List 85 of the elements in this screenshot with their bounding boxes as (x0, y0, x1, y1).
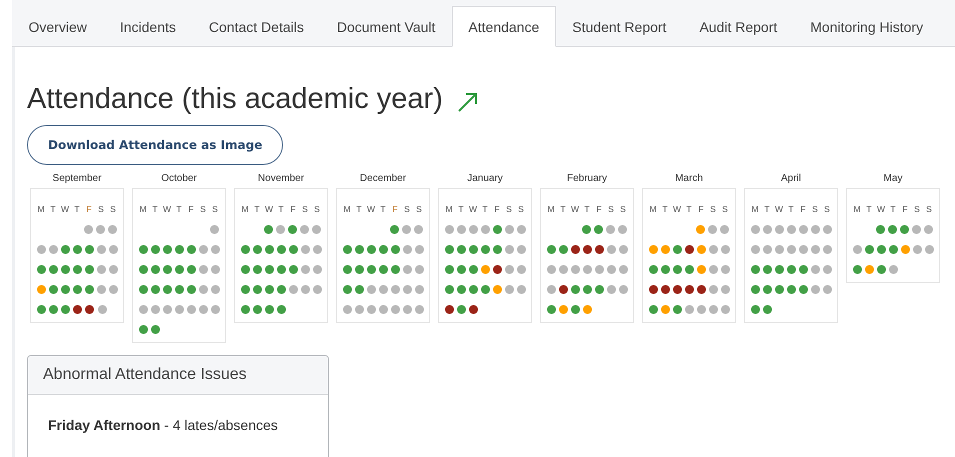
download-button[interactable]: Download Attendance as Image (27, 125, 284, 165)
weekday-label: T (73, 204, 81, 214)
weekday-label: T (175, 204, 183, 214)
month-name: January (466, 173, 504, 185)
weekday-label: T (277, 204, 285, 214)
weekday-label: M (138, 204, 148, 214)
tab[interactable]: Document Vault (320, 6, 452, 47)
weekday-label: F (595, 204, 603, 214)
weekday-label: S (109, 204, 117, 214)
weekday-label: T (481, 204, 489, 214)
weekday-label: M (852, 204, 862, 214)
weekday-label: T (889, 204, 897, 214)
weekday-label: T (559, 204, 567, 214)
weekday-label: S (301, 204, 309, 214)
weekday-label: T (253, 204, 261, 214)
weekday-label: T (763, 204, 771, 214)
weekday-label: S (313, 204, 321, 214)
weekday-label: M (546, 204, 556, 214)
page-title: Attendance (this academic year) (27, 83, 443, 116)
weekday-label: M (342, 204, 352, 214)
weekday-label: T (457, 204, 465, 214)
weekday-label: F (391, 204, 399, 214)
weekday-label: S (517, 204, 525, 214)
tab[interactable]: Incidents (103, 6, 192, 47)
trend-up-arrow-icon (456, 90, 479, 112)
weekday-label: S (415, 204, 423, 214)
month-name: November (256, 173, 306, 185)
weekday-label: F (289, 204, 297, 214)
weekday-label: F (697, 204, 705, 214)
weekday-label: W (672, 204, 682, 214)
weekday-label: W (468, 204, 478, 214)
weekday-label: W (366, 204, 376, 214)
weekday-label: S (823, 204, 831, 214)
weekday-label: S (211, 204, 219, 214)
weekday-label: W (264, 204, 274, 214)
tab[interactable]: Contact Details (192, 6, 320, 47)
weekday-label: T (151, 204, 159, 214)
weekday-label: M (240, 204, 250, 214)
weekday-label: S (811, 204, 819, 214)
weekday-label: F (85, 204, 93, 214)
weekday-label: M (750, 204, 760, 214)
weekday-label: T (787, 204, 795, 214)
weekday-label: S (607, 204, 615, 214)
weekday-label: T (583, 204, 591, 214)
month-name: March (674, 173, 704, 185)
month-name: September (52, 173, 102, 185)
month-name: December (358, 173, 408, 185)
weekday-label: S (97, 204, 105, 214)
panel-title: Abnormal Attendance Issues (28, 356, 328, 395)
month-name: May (882, 173, 904, 185)
tab[interactable]: Monitoring History (794, 6, 940, 47)
weekday-label: T (661, 204, 669, 214)
weekday-label: M (648, 204, 658, 214)
weekday-label: M (36, 204, 46, 214)
weekday-label: F (493, 204, 501, 214)
tab[interactable]: Student Report (556, 6, 683, 47)
tab[interactable]: Audit Report (682, 6, 794, 47)
weekday-label: M (444, 204, 454, 214)
tab[interactable]: Attendance (452, 6, 556, 47)
issue-text: Friday Afternoon - 4 lates/absences (48, 417, 279, 433)
weekday-label: F (187, 204, 195, 214)
weekday-label: T (49, 204, 57, 214)
weekday-label: T (379, 204, 387, 214)
weekday-label: S (709, 204, 717, 214)
weekday-label: S (199, 204, 207, 214)
weekday-label: T (865, 204, 873, 214)
weekday-label: S (721, 204, 729, 214)
weekday-label: W (570, 204, 580, 214)
weekday-label: S (619, 204, 627, 214)
weekday-label: S (913, 204, 921, 214)
weekday-label: F (799, 204, 807, 214)
weekday-label: S (925, 204, 933, 214)
month-name: April (780, 173, 802, 185)
month-name: October (160, 173, 198, 185)
weekday-label: T (355, 204, 363, 214)
month-name: February (566, 173, 608, 185)
weekday-label: F (901, 204, 909, 214)
weekday-label: S (505, 204, 513, 214)
weekday-label: W (774, 204, 784, 214)
weekday-label: S (403, 204, 411, 214)
weekday-label: W (876, 204, 886, 214)
weekday-label: T (685, 204, 693, 214)
tab[interactable]: Overview (12, 6, 104, 47)
weekday-label: W (60, 204, 70, 214)
weekday-label: W (162, 204, 172, 214)
